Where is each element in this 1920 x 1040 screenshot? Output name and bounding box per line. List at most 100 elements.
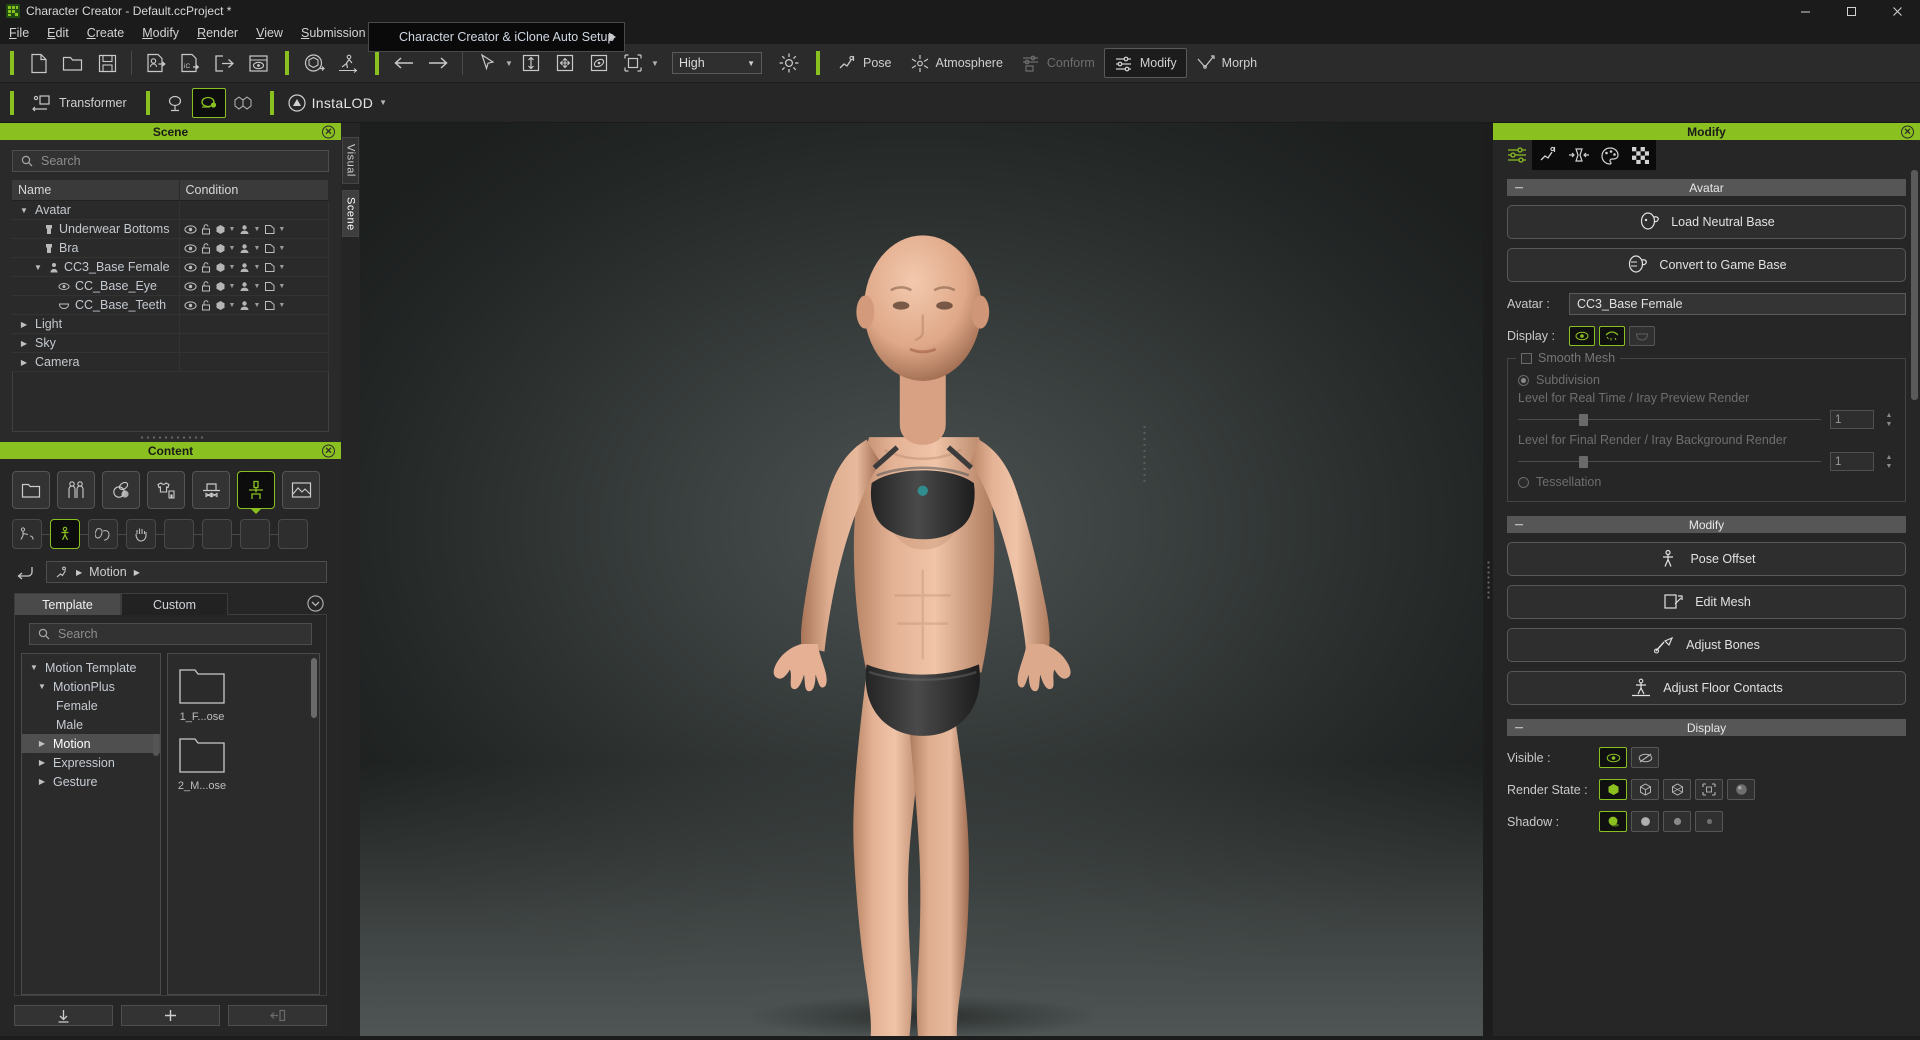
3d-viewport[interactable]: [360, 123, 1483, 1036]
tessellation-radio[interactable]: [1518, 476, 1529, 488]
display-brow-toggle[interactable]: [1599, 326, 1625, 346]
category-motion[interactable]: [237, 471, 275, 509]
toolbar-morph-button[interactable]: Morph: [1187, 48, 1266, 78]
realtime-level-stepper[interactable]: ▲ ▼: [1883, 410, 1895, 429]
select-tool-caret-icon[interactable]: ▼: [504, 48, 514, 78]
uv-icon[interactable]: [264, 224, 275, 235]
uv-icon[interactable]: [264, 281, 275, 292]
scene-row-cc-base-teeth[interactable]: CC_Base_Teeth: [12, 295, 180, 315]
back-arrow-icon[interactable]: [14, 561, 36, 583]
list-item[interactable]: ▼ MotionPlus: [22, 677, 160, 696]
subdivision-radio-row[interactable]: Subdivision: [1518, 373, 1895, 387]
category-material[interactable]: [102, 471, 140, 509]
lock-icon[interactable]: [201, 261, 211, 273]
tessellation-radio-row[interactable]: Tessellation: [1518, 475, 1895, 489]
realtime-level-value[interactable]: 1: [1830, 410, 1874, 429]
twisty-expanded-icon[interactable]: ▼: [18, 206, 30, 215]
tab-material[interactable]: [1594, 140, 1625, 170]
lock-icon[interactable]: [201, 299, 211, 311]
open-project-icon[interactable]: [56, 48, 90, 78]
toolbar-modify-button[interactable]: Modify: [1103, 48, 1187, 78]
smooth-mesh-checkbox[interactable]: [1521, 352, 1532, 364]
category-prop-accessory[interactable]: [192, 471, 230, 509]
render-box-toggle[interactable]: [1631, 779, 1659, 800]
menu-render[interactable]: Render: [188, 22, 247, 44]
scene-row-cc3-base-female[interactable]: ▼ CC3_Base Female: [12, 257, 180, 277]
menu-item-auto-setup[interactable]: Character Creator & iClone Auto Setup: [369, 26, 624, 48]
export-preview-icon[interactable]: [241, 48, 275, 78]
list-item[interactable]: 2_M...ose: [174, 729, 230, 792]
scale-tool-icon[interactable]: [616, 48, 650, 78]
category-scene[interactable]: [282, 471, 320, 509]
toolbar-atmosphere-button[interactable]: Atmosphere: [901, 48, 1012, 78]
transformer-button[interactable]: Transformer: [22, 88, 136, 118]
scene-row-bra[interactable]: Bra: [12, 238, 180, 258]
subcategory-motion[interactable]: [50, 519, 80, 549]
subcategory-pose[interactable]: [12, 519, 42, 549]
save-project-icon[interactable]: [90, 48, 124, 78]
category-project-folder[interactable]: [12, 471, 50, 509]
final-level-stepper[interactable]: ▲ ▼: [1883, 452, 1895, 471]
chevron-down-icon[interactable]: ▼: [253, 264, 260, 271]
section-header-avatar[interactable]: Avatar: [1507, 179, 1906, 196]
load-neutral-base-button[interactable]: Load Neutral Base: [1507, 205, 1906, 239]
material-icon[interactable]: [239, 262, 250, 273]
mesh-icon[interactable]: [215, 262, 226, 273]
menu-edit[interactable]: Edit: [38, 22, 78, 44]
tab-template[interactable]: Template: [14, 593, 121, 615]
category-cloth[interactable]: [147, 471, 185, 509]
edit-mesh-button[interactable]: Edit Mesh: [1507, 585, 1906, 619]
collapse-icon[interactable]: [1515, 726, 1523, 729]
shadow-soft-toggle[interactable]: [1631, 811, 1659, 832]
twisty-collapsed-icon[interactable]: ▶: [36, 758, 48, 767]
modify-panel-scrollbar[interactable]: [1911, 30, 1918, 1038]
twisty-collapsed-icon[interactable]: ▶: [18, 358, 30, 367]
mesh-icon[interactable]: [215, 300, 226, 311]
tab-pose[interactable]: [1532, 140, 1563, 170]
tab-attribute[interactable]: [1501, 140, 1532, 170]
menu-view[interactable]: View: [247, 22, 292, 44]
display-eye-toggle[interactable]: [1569, 326, 1595, 346]
render-bounding-toggle[interactable]: [1695, 779, 1723, 800]
final-level-value[interactable]: 1: [1830, 452, 1874, 471]
table-row[interactable]: Bra ▼ ▼ ▼: [12, 238, 329, 258]
content-panel-close-icon[interactable]: ✕: [322, 444, 335, 457]
twisty-collapsed-icon[interactable]: ▶: [18, 320, 30, 329]
toolbar-conform-button[interactable]: Conform: [1012, 48, 1104, 78]
menu-create[interactable]: Create: [78, 22, 134, 44]
chevron-down-icon[interactable]: ▼: [229, 283, 236, 290]
shadow-on-toggle[interactable]: [1599, 811, 1627, 832]
scene-search-input[interactable]: Search: [12, 150, 329, 172]
render-wire-toggle[interactable]: [1663, 779, 1691, 800]
tab-custom[interactable]: Custom: [121, 593, 228, 615]
list-item[interactable]: Female: [22, 696, 160, 715]
list-item[interactable]: Male: [22, 715, 160, 734]
chevron-down-icon[interactable]: ▼: [253, 226, 260, 233]
undo-icon[interactable]: [387, 48, 421, 78]
thumbnail-scrollbar[interactable]: [311, 658, 317, 718]
lock-icon[interactable]: [201, 223, 211, 235]
side-tab-visual[interactable]: Visual: [342, 137, 359, 184]
collapse-icon[interactable]: [1515, 186, 1523, 189]
import-iclone-icon[interactable]: iC: [173, 48, 207, 78]
scene-row-avatar[interactable]: ▼ Avatar: [12, 200, 180, 220]
orbit-view-icon[interactable]: [297, 48, 331, 78]
scene-row-underwear[interactable]: Underwear Bottoms: [12, 219, 180, 239]
section-header-modify[interactable]: Modify: [1507, 516, 1906, 533]
sun-light-icon[interactable]: [772, 48, 806, 78]
subdivision-radio[interactable]: [1518, 374, 1529, 386]
table-row[interactable]: CC_Base_Eye ▼ ▼ ▼: [12, 276, 329, 296]
scene-column-condition[interactable]: Condition: [179, 180, 329, 201]
scale-tool-caret-icon[interactable]: ▼: [650, 48, 660, 78]
material-icon[interactable]: [239, 300, 250, 311]
tab-adjust[interactable]: [1563, 140, 1594, 170]
visibility-eye-icon[interactable]: [183, 262, 197, 272]
render-smooth-toggle[interactable]: [1727, 779, 1755, 800]
toolbar-pose-button[interactable]: Pose: [828, 48, 901, 78]
material-icon[interactable]: [239, 243, 250, 254]
visible-off-toggle[interactable]: [1631, 747, 1659, 768]
scene-row-sky[interactable]: ▶ Sky: [12, 333, 180, 353]
instalod-button[interactable]: InstaLOD ▼: [282, 88, 393, 118]
twisty-expanded-icon[interactable]: ▼: [32, 263, 44, 272]
uv-icon[interactable]: [264, 243, 275, 254]
